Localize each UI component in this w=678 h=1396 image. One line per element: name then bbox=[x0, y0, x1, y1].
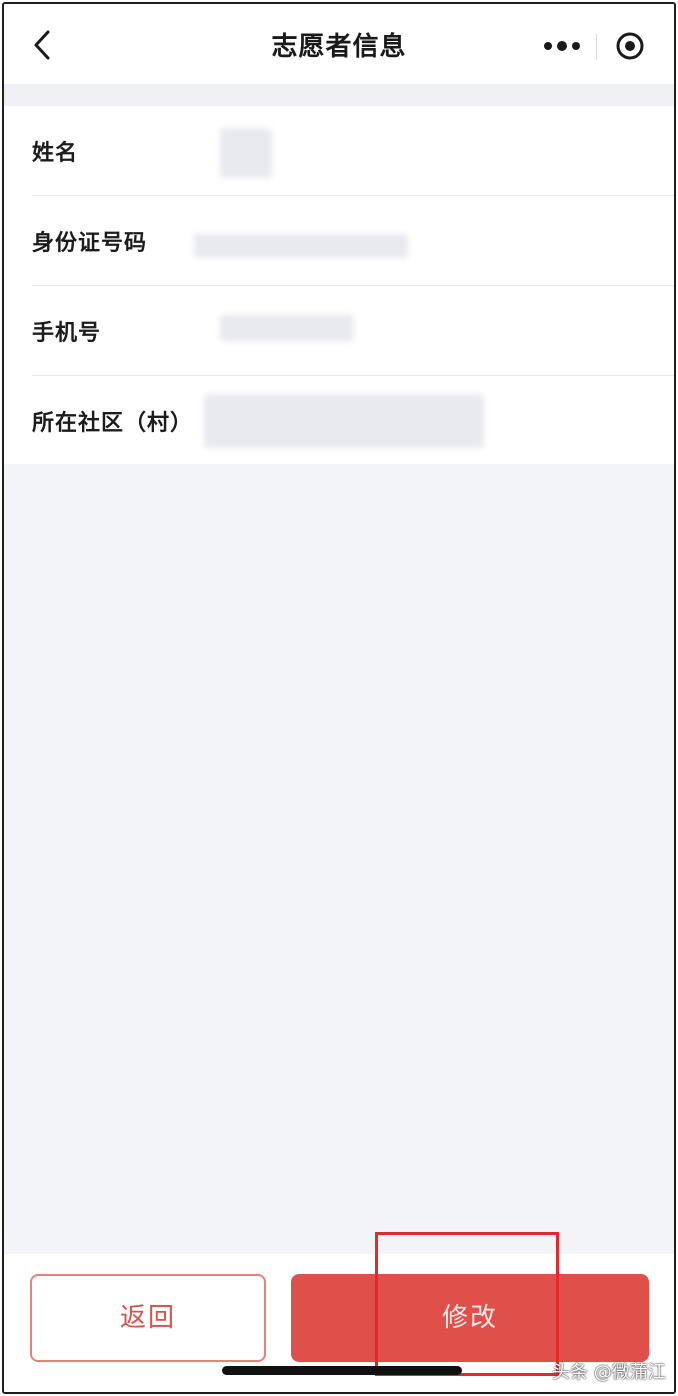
phone-label: 手机号 bbox=[32, 321, 102, 346]
community-label: 所在社区（村） bbox=[32, 411, 194, 436]
navigation-bar: 志愿者信息 bbox=[4, 4, 674, 84]
name-label: 姓名 bbox=[32, 141, 79, 166]
phone-value-redacted bbox=[220, 315, 354, 341]
mini-program-capsule bbox=[532, 26, 656, 66]
edit-button-highlight bbox=[375, 1232, 559, 1376]
info-row-phone: 手机号 bbox=[32, 286, 674, 376]
info-row-community: 所在社区（村） bbox=[32, 376, 674, 465]
capsule-divider bbox=[596, 34, 597, 60]
community-value-redacted bbox=[204, 394, 484, 448]
header-separator bbox=[4, 84, 674, 106]
watermark: 头条 @微蒲江 bbox=[552, 1362, 666, 1383]
info-row-id-number: 身份证号码 bbox=[32, 196, 674, 286]
more-dots-icon[interactable] bbox=[542, 36, 582, 56]
id-number-label: 身份证号码 bbox=[32, 231, 148, 256]
mini-program-close-icon[interactable] bbox=[614, 30, 646, 62]
back-button[interactable]: 返回 bbox=[30, 1274, 266, 1362]
phone-screen: 志愿者信息 姓名 身份证号码 手机号 所在社区（村） 返回 修改 bbox=[2, 2, 676, 1394]
name-value-redacted bbox=[220, 128, 272, 178]
home-indicator bbox=[222, 1366, 462, 1375]
volunteer-info-card: 姓名 身份证号码 手机号 所在社区（村） bbox=[4, 106, 674, 464]
info-row-name: 姓名 bbox=[32, 106, 674, 196]
id-number-value-redacted bbox=[194, 234, 408, 258]
